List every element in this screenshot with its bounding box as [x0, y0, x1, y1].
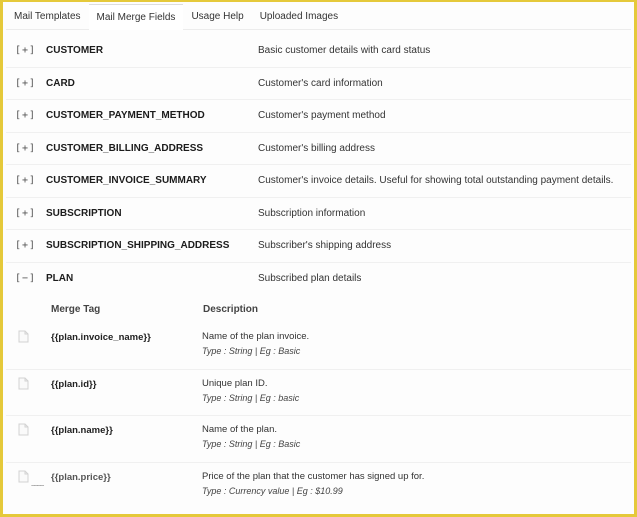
section-subscription[interactable]: [+] SUBSCRIPTION Subscription informatio… [6, 198, 631, 230]
tag-description-cell: Name of the plan invoice. Type : String … [202, 330, 309, 369]
expand-toggle[interactable]: [+] [6, 78, 46, 89]
tag-type-example: Type : String | Eg : Basic [202, 346, 301, 356]
tab-mail-merge-fields[interactable]: Mail Merge Fields [88, 3, 184, 30]
tab-bar: Mail Templates Mail Merge Fields Usage H… [6, 3, 631, 30]
section-name[interactable]: CUSTOMER_BILLING_ADDRESS [46, 143, 258, 154]
section-name[interactable]: CUSTOMER_PAYMENT_METHOD [46, 110, 258, 121]
app-frame: Mail Templates Mail Merge Fields Usage H… [0, 0, 637, 517]
section-customer-payment-method[interactable]: [+] CUSTOMER_PAYMENT_METHOD Customer's p… [6, 100, 631, 133]
merge-tag[interactable]: {{plan.invoice_name}} [51, 330, 202, 369]
section-name[interactable]: PLAN [46, 273, 258, 284]
merge-tag[interactable]: {{plan.name}} [51, 423, 202, 462]
table-row: {{plan.invoice_name}} Name of the plan i… [6, 323, 631, 370]
tag-description: Name of the plan. [202, 424, 277, 435]
collapse-toggle[interactable]: [−] [6, 273, 46, 284]
watermark-squiggle: ~~~~ [31, 483, 44, 490]
section-name[interactable]: SUBSCRIPTION_SHIPPING_ADDRESS [46, 240, 258, 251]
column-header-merge-tag: Merge Tag [51, 303, 101, 315]
section-description: Subscriber's shipping address [258, 240, 392, 252]
tag-type-example: Type : String | Eg : basic [202, 392, 300, 403]
tab-mail-templates[interactable]: Mail Templates [6, 4, 89, 30]
section-customer-billing-address[interactable]: [+] CUSTOMER_BILLING_ADDRESS Customer's … [6, 133, 631, 165]
merge-tag[interactable]: {{plan.price}} [51, 470, 202, 510]
copy-icon[interactable] [6, 377, 51, 416]
section-subscription-shipping-address[interactable]: [+] SUBSCRIPTION_SHIPPING_ADDRESS Subscr… [6, 230, 631, 263]
section-description: Subscription information [258, 207, 366, 219]
section-card[interactable]: [+] CARD Customer's card information [6, 68, 631, 100]
section-customer[interactable]: [+] CUSTOMER Basic customer details with… [6, 35, 631, 68]
section-plan[interactable]: [−] PLAN Subscribed plan details [6, 263, 631, 296]
table-row: {{plan.name}} Name of the plan. Type : S… [6, 416, 631, 463]
column-header-description: Description [203, 303, 259, 315]
expand-toggle[interactable]: [+] [6, 208, 46, 219]
tag-description-cell: Unique plan ID. Type : String | Eg : bas… [202, 377, 299, 416]
section-description: Subscribed plan details [258, 273, 362, 285]
tag-description-cell: Name of the plan. Type : String | Eg : B… [202, 423, 300, 462]
expand-toggle[interactable]: [+] [6, 110, 46, 121]
section-description: Customer's invoice details. Useful for s… [258, 175, 614, 187]
tag-description: Unique plan ID. [202, 377, 268, 389]
section-customer-invoice-summary[interactable]: [+] CUSTOMER_INVOICE_SUMMARY Customer's … [6, 165, 631, 198]
section-name[interactable]: CARD [46, 78, 258, 89]
expand-toggle[interactable]: [+] [6, 45, 46, 56]
tag-type-example: Type : Currency value | Eg : $10.99 [202, 485, 343, 496]
section-description: Customer's card information [258, 77, 383, 89]
tag-type-example: Type : String | Eg : Basic [202, 439, 301, 449]
tag-description: Price of the plan that the customer has … [202, 470, 425, 482]
section-description: Customer's billing address [258, 142, 375, 154]
copy-icon[interactable] [6, 330, 51, 369]
copy-icon[interactable] [6, 470, 51, 510]
section-name[interactable]: CUSTOMER [46, 45, 258, 56]
expand-toggle[interactable]: [+] [6, 143, 46, 154]
merge-tag[interactable]: {{plan.id}} [51, 377, 202, 416]
section-name[interactable]: SUBSCRIPTION [46, 208, 258, 219]
expand-toggle[interactable]: [+] [6, 175, 46, 186]
tag-description-cell: Price of the plan that the customer has … [202, 470, 424, 510]
section-name[interactable]: CUSTOMER_INVOICE_SUMMARY [46, 175, 258, 186]
section-description: Customer's payment method [258, 110, 386, 122]
tag-description: Name of the plan invoice. [202, 331, 310, 342]
merge-field-sections: [+] CUSTOMER Basic customer details with… [6, 35, 631, 509]
plan-merge-tag-table: Merge Tag Description {{plan.invoice_nam… [6, 295, 631, 509]
copy-icon[interactable] [6, 423, 51, 462]
table-row: {{plan.id}} Unique plan ID. Type : Strin… [6, 370, 631, 416]
table-header: Merge Tag Description [6, 295, 631, 323]
table-row: {{plan.price}} Price of the plan that th… [6, 463, 631, 510]
tab-uploaded-images[interactable]: Uploaded Images [252, 4, 346, 30]
section-description: Basic customer details with card status [258, 45, 431, 57]
tab-usage-help[interactable]: Usage Help [183, 4, 251, 30]
expand-toggle[interactable]: [+] [6, 240, 46, 251]
